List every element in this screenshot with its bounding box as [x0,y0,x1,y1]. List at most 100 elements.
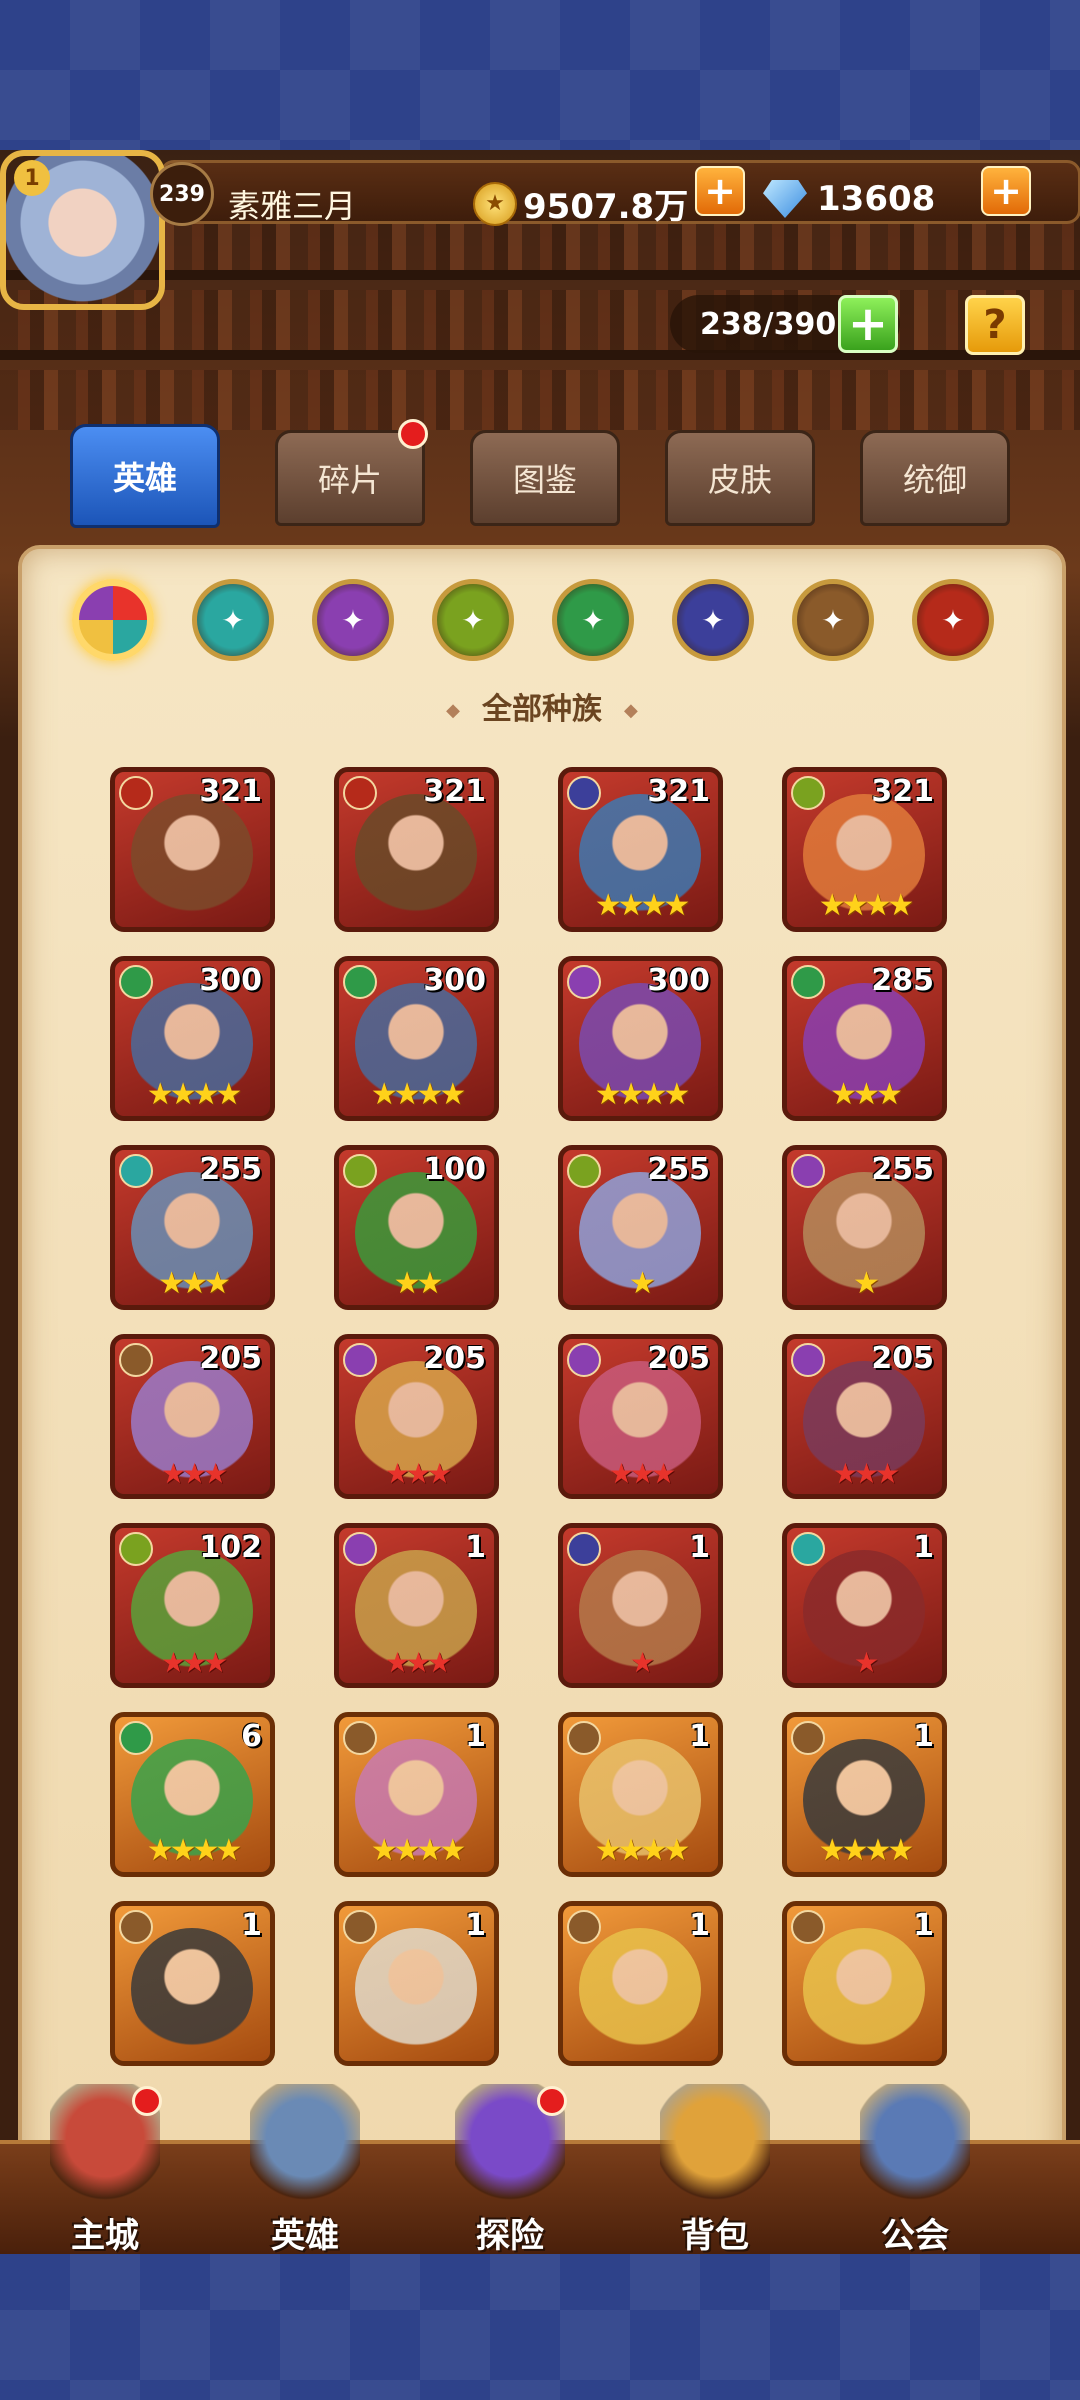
race-icon [119,1532,153,1566]
tab-skins[interactable]: 皮肤 [665,430,815,526]
hero-card[interactable]: 100 ★★ [334,1145,499,1310]
guild-icon [860,2084,970,2204]
tab-heroes[interactable]: 英雄 [70,424,220,528]
hero-card[interactable]: 321 ★★★★ [558,767,723,932]
race-icon [567,1910,601,1944]
tab-fragments-label: 碎片 [317,461,382,499]
demon-race-icon: ✦ [701,603,725,637]
hero-level: 1 [241,1908,262,1943]
hero-card[interactable]: 321 [110,767,275,932]
hero-level: 255 [647,1152,710,1187]
gold-coin-icon: ★ [473,181,517,226]
hero-card[interactable]: 1 ★★★★ [782,1712,947,1877]
hero-card[interactable]: 1 [334,1901,499,2066]
hero-card[interactable]: 300 ★★★★ [558,956,723,1121]
hero-card[interactable]: 255 ★ [782,1145,947,1310]
hero-portrait [355,794,477,916]
nav-portal[interactable]: 探险 [425,2084,595,2256]
nav-castle[interactable]: 主城 [20,2084,190,2256]
diamond-ornament-icon: ◆ [446,700,460,721]
race-filter-title: ◆ 全部种族 ◆ [22,684,1062,728]
hero-card[interactable]: 300 ★★★★ [110,956,275,1121]
race-icon [791,1721,825,1755]
hero-card[interactable]: 321 ★★★★ [782,767,947,932]
hero-card[interactable]: 205 ★★★ [558,1334,723,1499]
hero-stars: ★★★★ [818,888,915,923]
demon-race-filter[interactable]: ✦ [672,579,754,661]
nav-label: 公会 [881,2216,949,2256]
tab-fragments[interactable]: 碎片 [275,419,428,526]
expand-capacity-button[interactable]: + [838,295,898,353]
hero-stars: ★★★ [160,1457,228,1490]
gem-display: 13608 [763,179,935,219]
nav-hero[interactable]: 英雄 [220,2084,390,2256]
help-button[interactable]: ? [965,295,1025,355]
hero-level: 285 [871,963,934,998]
hero-card[interactable]: 255 ★★★ [110,1145,275,1310]
hero-card[interactable]: 1 ★ [558,1523,723,1688]
hero-card[interactable]: 205 ★★★ [782,1334,947,1499]
hero-stars: ★★★ [832,1457,900,1490]
hero-card[interactable]: 321 [334,767,499,932]
hero-card[interactable]: 285 ★★★ [782,956,947,1121]
tab-codex[interactable]: 图鉴 [470,430,620,526]
hero-stars: ★★★★ [146,1833,243,1868]
fire-race-filter[interactable]: ✦ [912,579,994,661]
hero-stars: ★ [629,1266,656,1301]
hero-card[interactable]: 1 ★ [782,1523,947,1688]
hero-card[interactable]: 255 ★ [558,1145,723,1310]
hero-card[interactable]: 300 ★★★★ [334,956,499,1121]
hero-level: 1 [689,1530,710,1565]
race-icon [567,1721,601,1755]
race-icon [791,965,825,999]
hero-portrait [131,794,253,916]
hero-level: 1 [913,1530,934,1565]
nav-guild[interactable]: 公会 [830,2084,1000,2256]
hero-card[interactable]: 102 ★★★ [110,1523,275,1688]
diamond-icon [763,180,807,218]
mystic-race-icon: ✦ [341,603,365,637]
light-race-filter[interactable]: ✦ [792,579,874,661]
hero-card[interactable]: 205 ★★★ [110,1334,275,1499]
notification-dot [132,2086,162,2116]
hero-card[interactable]: 1 ★★★★ [558,1712,723,1877]
hero-card[interactable]: 1 [110,1901,275,2066]
add-gold-button[interactable]: + [695,166,745,216]
race-icon [119,1343,153,1377]
tab-command[interactable]: 统御 [860,430,1010,526]
hero-portrait [803,1928,925,2050]
all-races-filter[interactable] [72,579,154,661]
leaf-race-filter[interactable]: ✦ [552,579,634,661]
hero-card[interactable]: 1 ★★★★ [334,1712,499,1877]
player-avatar[interactable]: 1 [0,150,165,310]
hero-screen: 素雅三月 ★ 9507.8万 + 13608 + 1 239 238/390 +… [0,150,1080,2250]
add-gems-button[interactable]: + [981,166,1031,216]
mystic-race-filter[interactable]: ✦ [312,579,394,661]
race-icon [791,1154,825,1188]
hero-level: 205 [423,1341,486,1376]
vip-rank-badge: 1 [14,160,50,196]
hero-grid: 321 321 321 ★★★★ 321 ★★★★ 300 ★★★★ 300 ★★★★ 300 ★★★… [110,767,990,2162]
hero-level: 102 [199,1530,262,1565]
hero-stars: ★★★★ [594,888,691,923]
hero-card[interactable]: 1 ★★★ [334,1523,499,1688]
hero-card[interactable]: 1 [782,1901,947,2066]
light-race-icon: ✦ [821,603,845,637]
eye-race-filter[interactable]: ✦ [432,579,514,661]
hero-level: 321 [423,774,486,809]
hero-card[interactable]: 205 ★★★ [334,1334,499,1499]
race-icon [343,965,377,999]
diamond-ornament-icon: ◆ [624,700,638,721]
ice-race-filter[interactable]: ✦ [192,579,274,661]
notification-dot [537,2086,567,2116]
race-icon [119,1721,153,1755]
hero-card[interactable]: 6 ★★★★ [110,1712,275,1877]
hero-portrait [355,1928,477,2050]
hero-stars: ★★★★ [370,1077,467,1112]
race-icon [119,1154,153,1188]
hero-stars: ★★★★ [594,1077,691,1112]
hero-level: 1 [465,1530,486,1565]
hero-card[interactable]: 1 [558,1901,723,2066]
nav-backpack[interactable]: 背包 [630,2084,800,2256]
hero-level: 300 [647,963,710,998]
